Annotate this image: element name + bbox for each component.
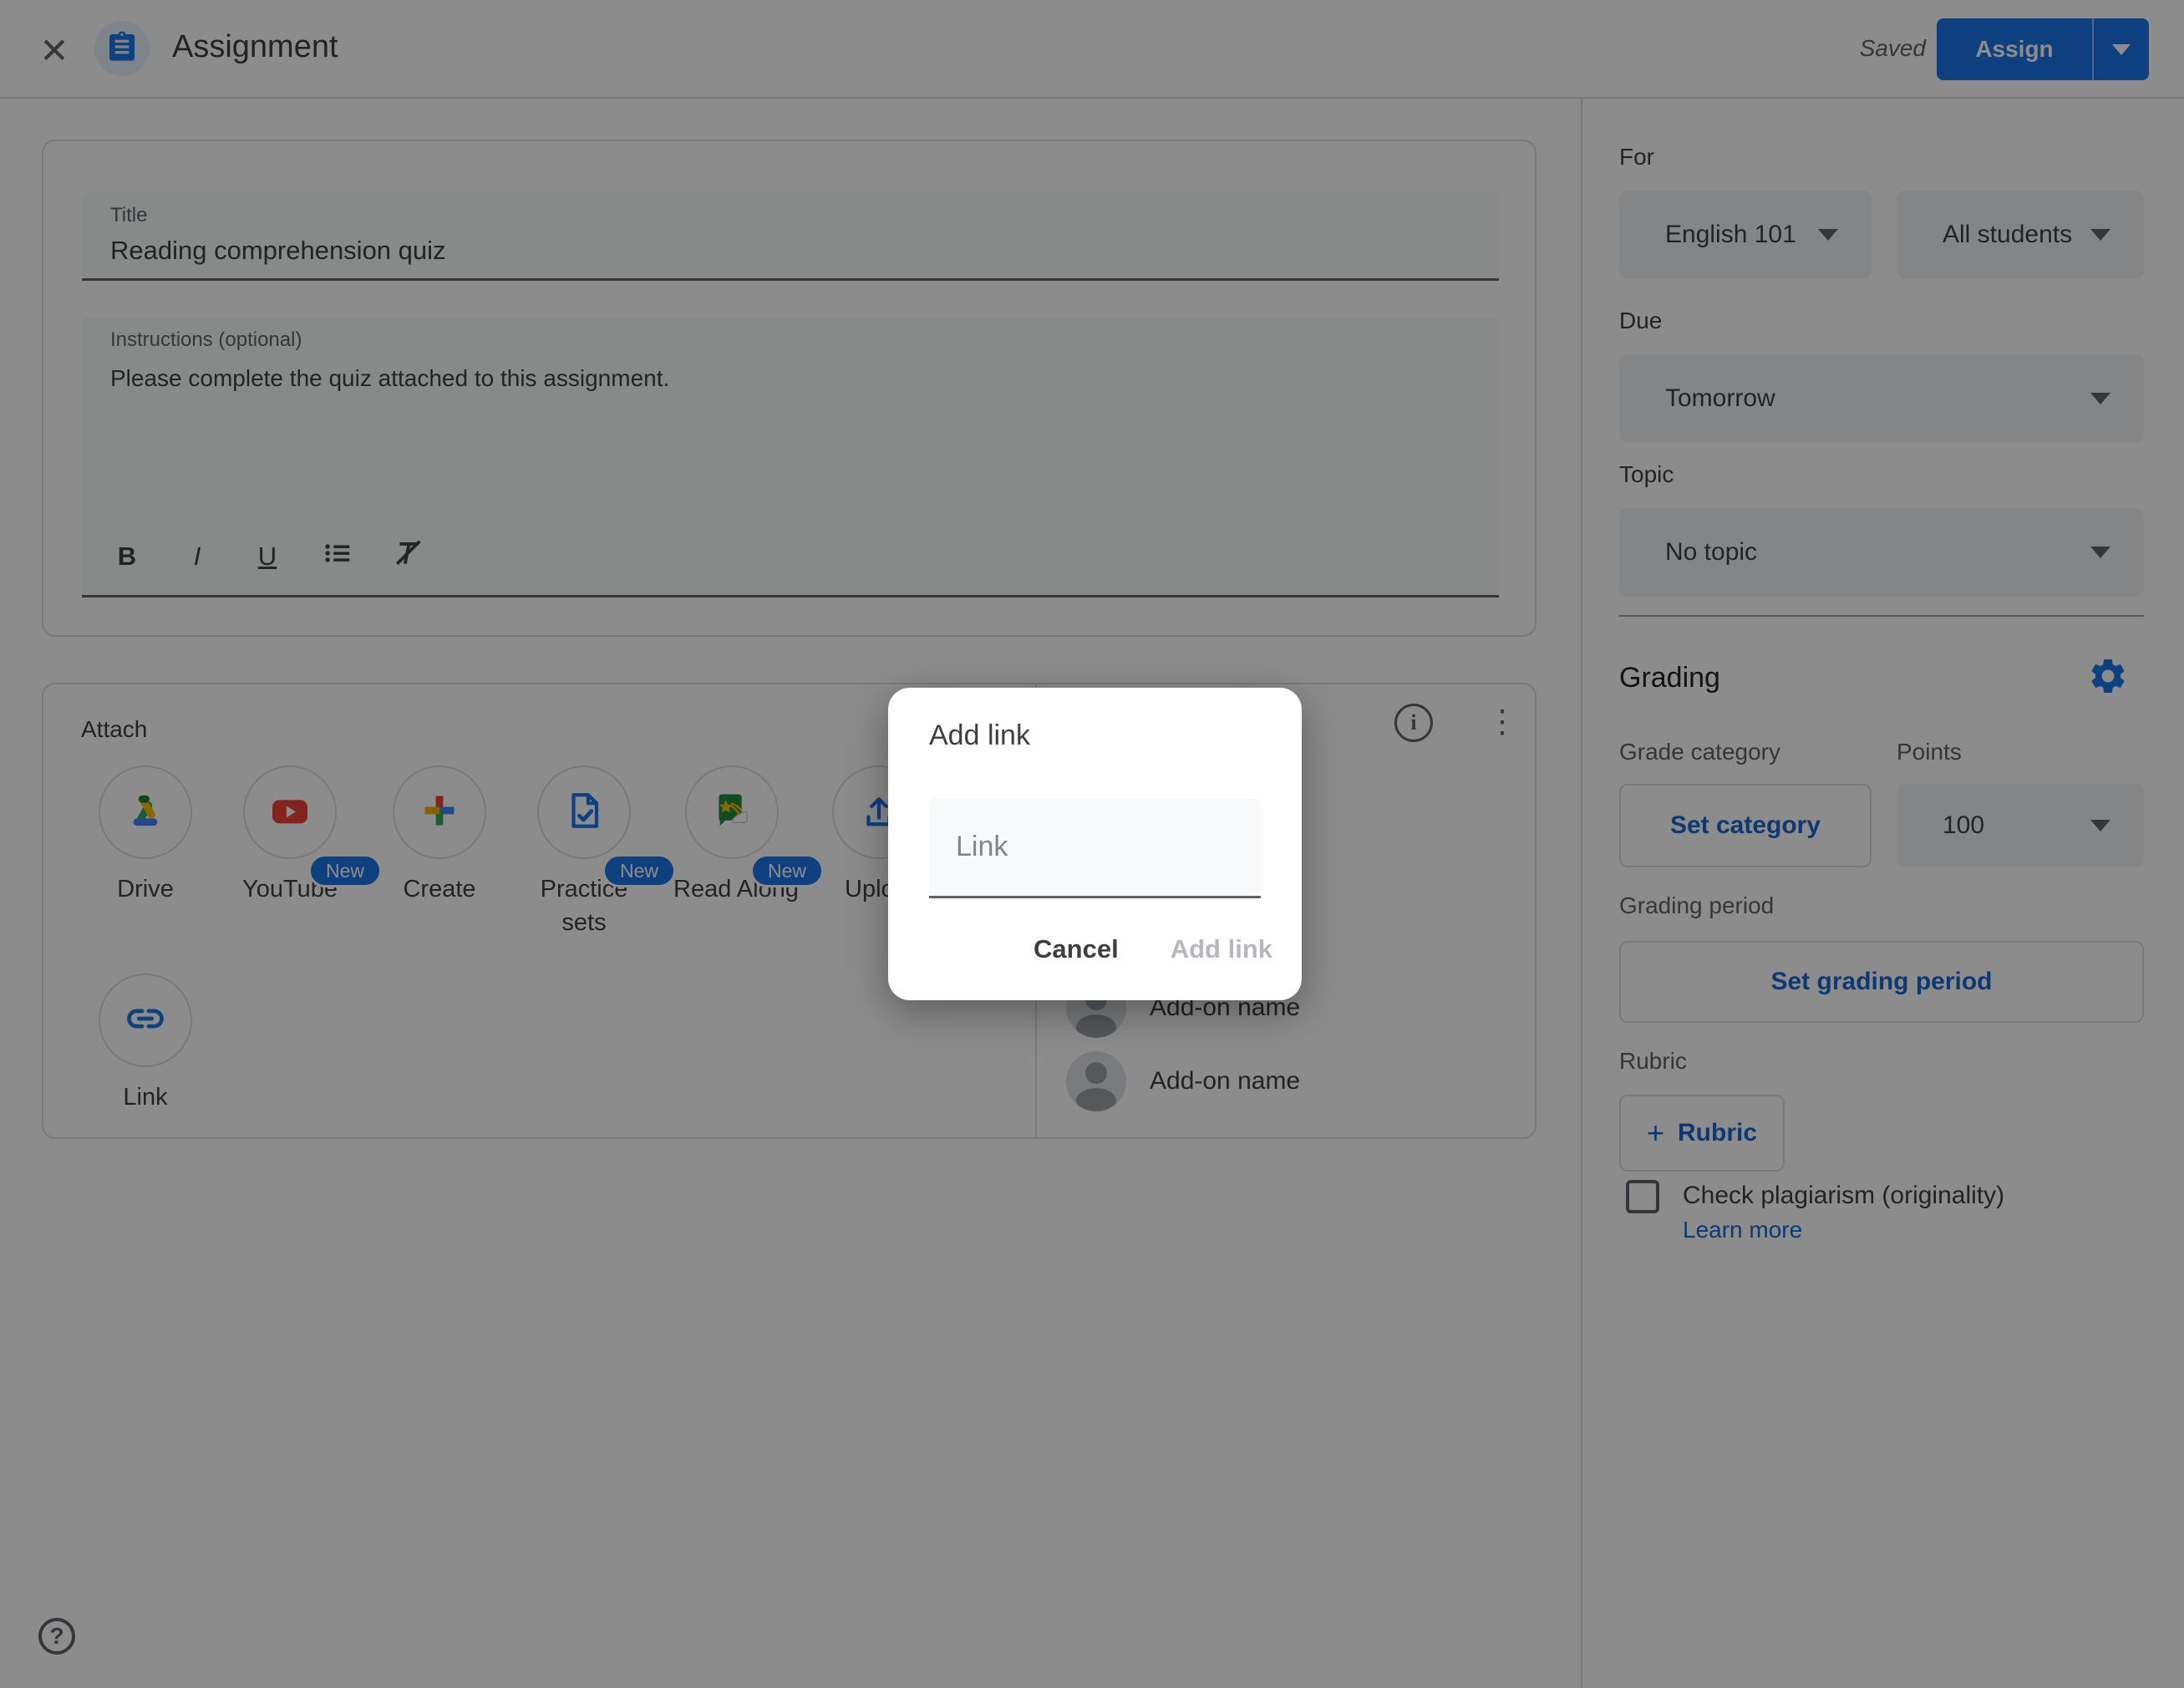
add-link-dialog: Add link Cancel Add link <box>888 688 1302 1000</box>
add-link-confirm-button[interactable]: Add link <box>1171 934 1272 964</box>
dialog-title: Add link <box>929 719 1030 751</box>
cancel-button[interactable]: Cancel <box>1034 934 1119 964</box>
link-input-field <box>929 798 1261 898</box>
link-input[interactable] <box>929 798 1261 896</box>
dialog-actions: Cancel Add link <box>888 934 1272 964</box>
assignment-editor-page: ✕ Assignment Saved Assign Title Reading … <box>0 0 2184 1688</box>
